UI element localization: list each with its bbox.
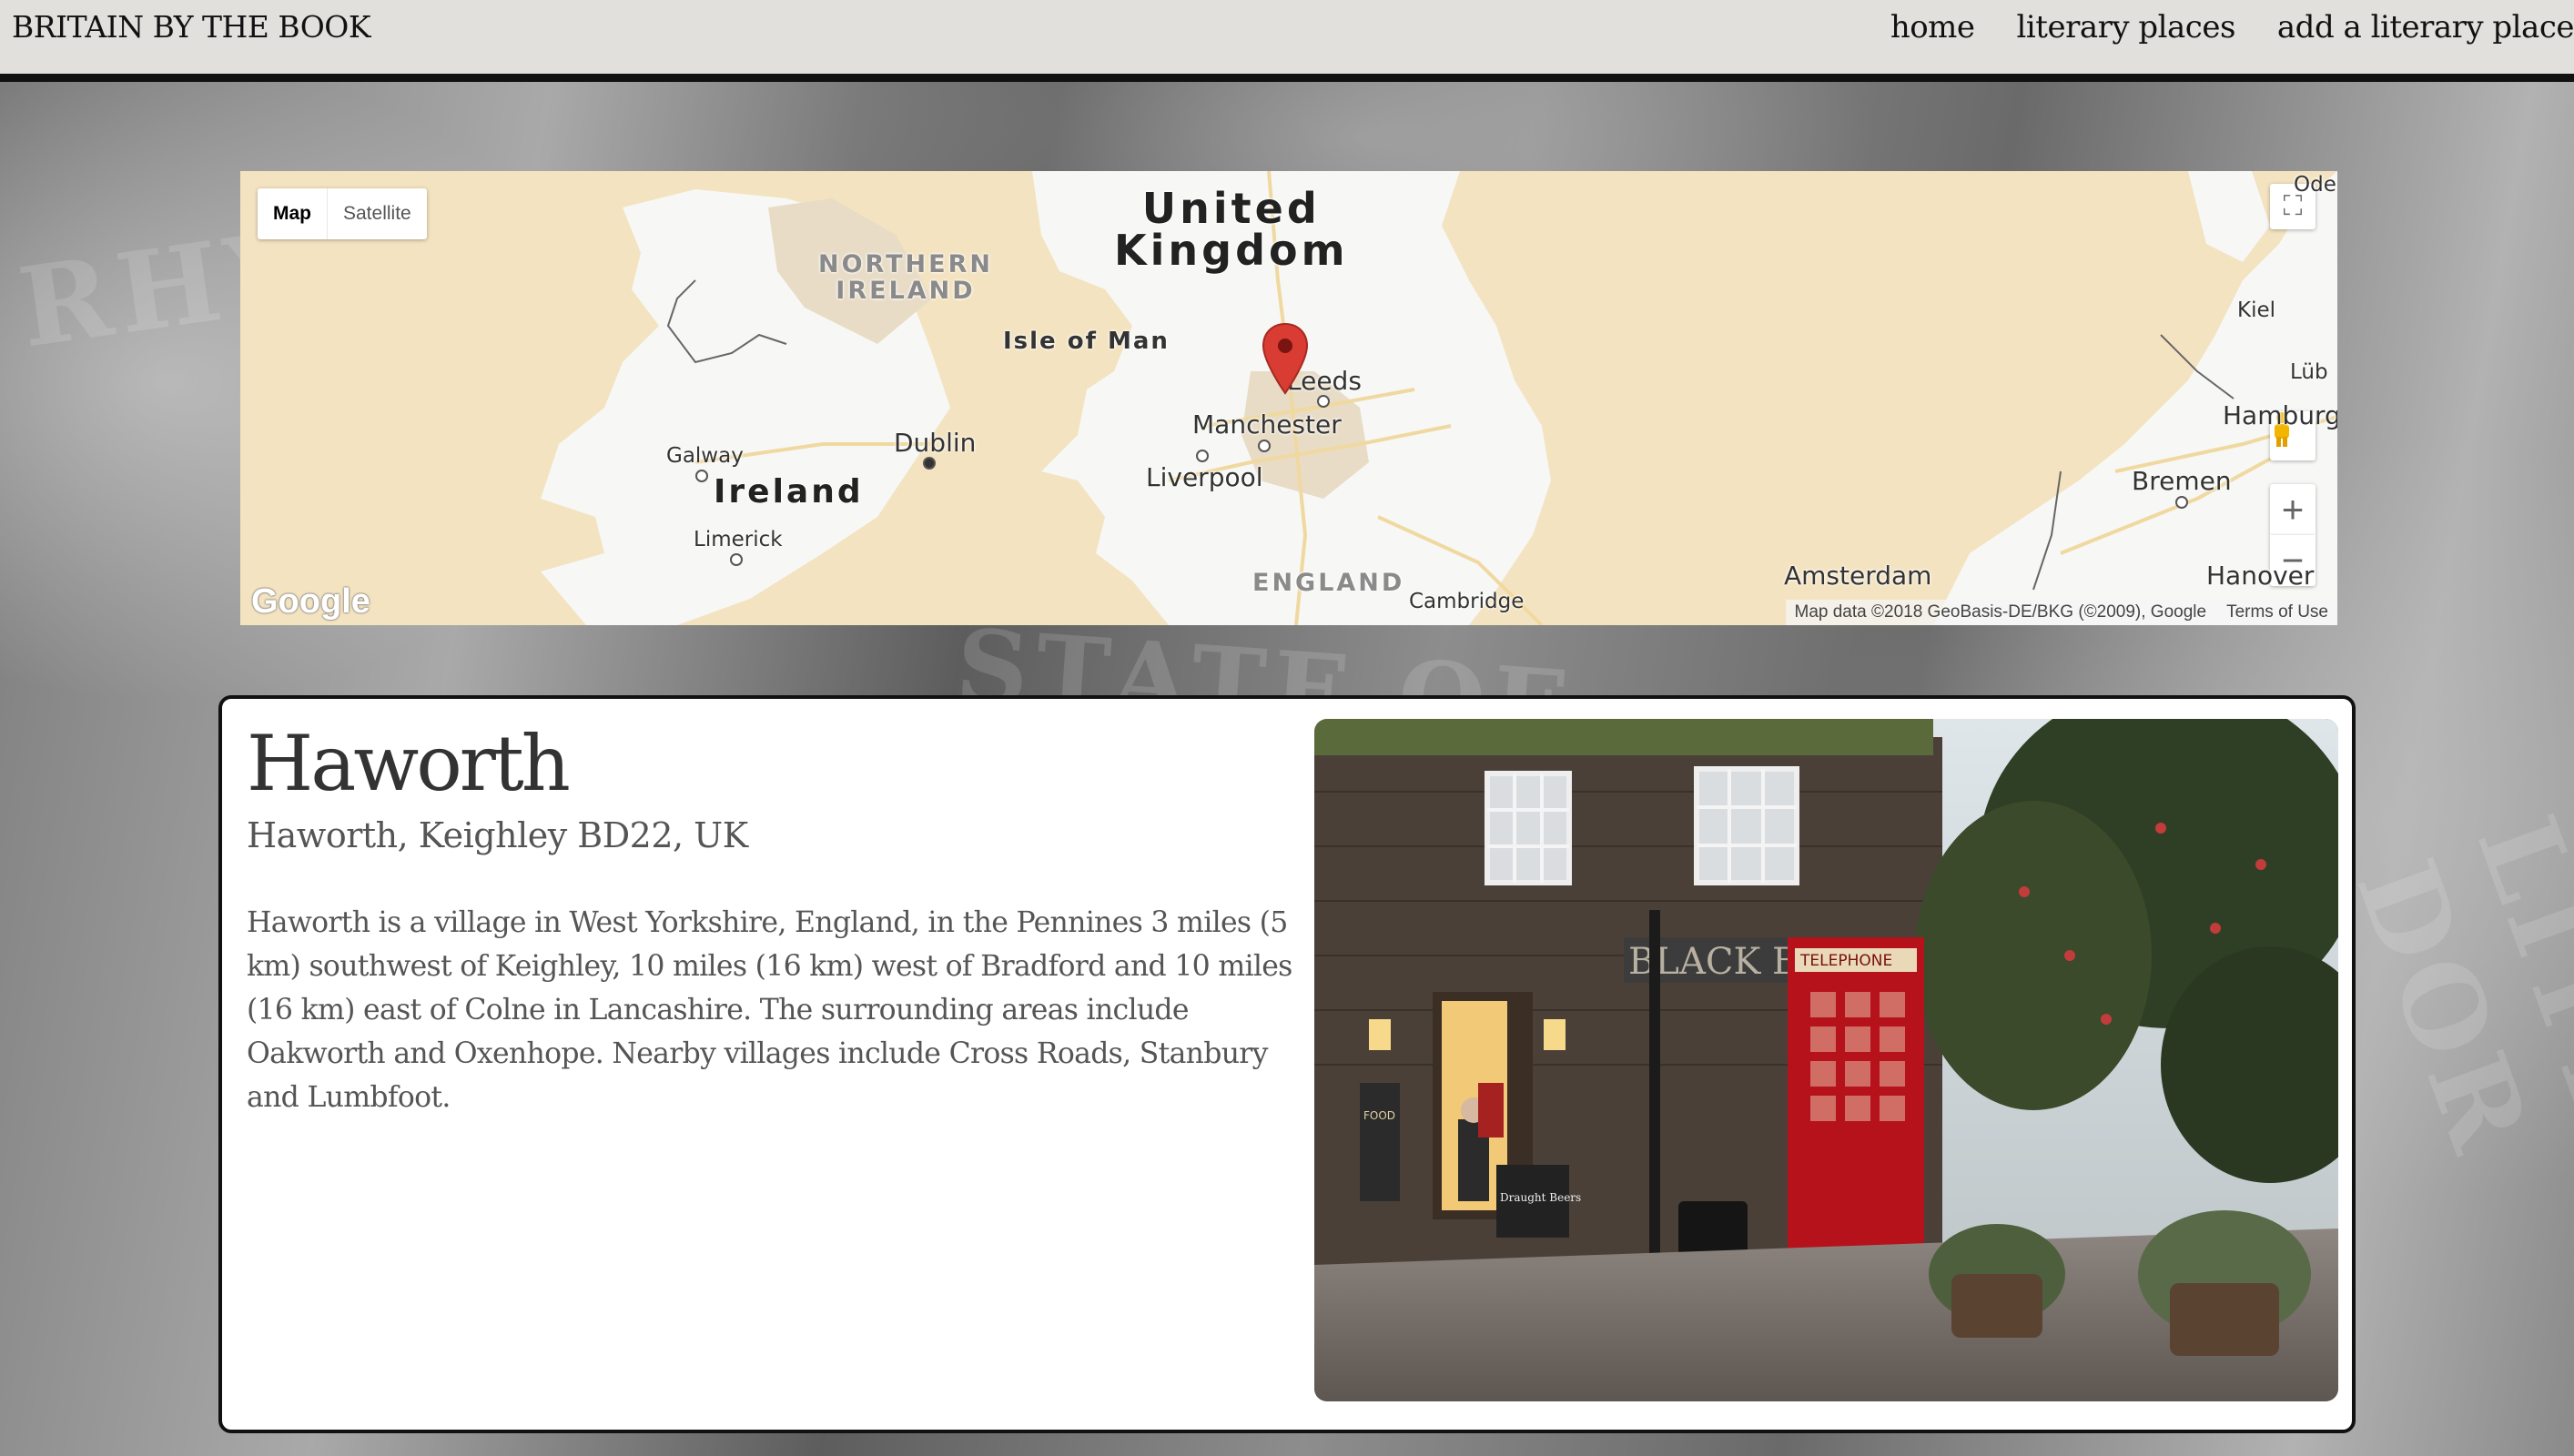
map-type-satellite-button[interactable]: Satellite bbox=[327, 188, 427, 239]
photo-chalk-board: Draught Beers bbox=[1500, 1191, 1581, 1204]
map-label-odens: Odens bbox=[2294, 173, 2337, 197]
map-data-credit: Map data ©2018 GeoBasis-DE/BKG (©2009), … bbox=[1794, 602, 2207, 622]
map-label-hamburg: Hamburg bbox=[2223, 400, 2337, 430]
map-label-uk-line1: United bbox=[1141, 184, 1321, 233]
map-label-uk-line2: Kingdom bbox=[1114, 226, 1349, 275]
map-label-manchester: Manchester bbox=[1192, 410, 1342, 440]
map-label-ni-line1: NORTHERN bbox=[818, 250, 993, 278]
place-photo: BLACK BULL FOOD Draught Beers TELEPHONE bbox=[1314, 719, 2338, 1401]
photo-illustration: BLACK BULL FOOD Draught Beers TELEPHONE bbox=[1314, 719, 2338, 1401]
map-dot-liverpool bbox=[1196, 450, 1209, 462]
place-name: Haworth bbox=[247, 719, 571, 808]
map-label-limerick: Limerick bbox=[694, 528, 783, 551]
map-dot-manchester bbox=[1258, 440, 1271, 452]
photo-food-sign: FOOD bbox=[1363, 1109, 1395, 1122]
photo-telephone-sign: TELEPHONE bbox=[1799, 952, 1892, 970]
map-label-hanover: Hanover bbox=[2206, 561, 2315, 591]
map-label-kiel: Kiel bbox=[2237, 298, 2276, 322]
map-dot-leeds bbox=[1317, 395, 1330, 408]
google-map[interactable]: Map Satellite ⛶ + − United Kingdom NORTH… bbox=[240, 171, 2337, 625]
map-attribution: Map data ©2018 GeoBasis-DE/BKG (©2009), … bbox=[1785, 600, 2337, 625]
nav-link-add-literary-place[interactable]: add a literary place bbox=[2277, 9, 2574, 46]
map-label-amsterdam: Amsterdam bbox=[1784, 561, 1932, 591]
top-navbar: BRITAIN BY THE BOOK home literary places… bbox=[0, 0, 2574, 82]
site-brand[interactable]: BRITAIN BY THE BOOK bbox=[12, 9, 371, 45]
place-description: Haworth is a village in West Yorkshire, … bbox=[247, 906, 1292, 1114]
map-label-cambridge: Cambridge bbox=[1409, 590, 1525, 613]
map-label-ni-line2: IRELAND bbox=[836, 277, 976, 305]
map-label-ireland: Ireland bbox=[714, 473, 864, 511]
terms-of-use-link[interactable]: Terms of Use bbox=[2226, 602, 2328, 622]
map-label-dublin: Dublin bbox=[894, 428, 977, 458]
map-dot-dublin bbox=[923, 457, 936, 470]
nav-links: home literary places add a literary plac… bbox=[1849, 9, 2574, 46]
place-card: Haworth Haworth, Keighley BD22, UK Hawor… bbox=[218, 695, 2356, 1433]
map-type-map-button[interactable]: Map bbox=[258, 188, 327, 239]
map-label-northern-ireland: NORTHERN IRELAND bbox=[818, 251, 993, 304]
place-address: Haworth, Keighley BD22, UK bbox=[247, 815, 748, 855]
map-label-lub: Lüb bbox=[2290, 360, 2328, 384]
map-dot-galway bbox=[695, 470, 708, 482]
map-marker-icon[interactable] bbox=[1262, 322, 1309, 395]
map-type-control: Map Satellite bbox=[258, 188, 427, 239]
map-dot-bremen bbox=[2175, 496, 2188, 509]
map-dot-limerick bbox=[730, 553, 743, 566]
map-label-bremen: Bremen bbox=[2132, 466, 2232, 496]
background-book-spine: LITT DOR bbox=[2331, 800, 2574, 1173]
nav-link-literary-places[interactable]: literary places bbox=[2017, 9, 2236, 46]
nav-link-home[interactable]: home bbox=[1890, 9, 1975, 46]
google-logo: Google bbox=[251, 582, 370, 621]
zoom-in-button[interactable]: + bbox=[2270, 484, 2316, 535]
map-label-liverpool: Liverpool bbox=[1146, 462, 1263, 492]
map-label-england: ENGLAND bbox=[1252, 569, 1405, 597]
map-label-isle-of-man: Isle of Man bbox=[1003, 328, 1170, 355]
map-label-galway: Galway bbox=[666, 444, 744, 468]
map-label-uk: United Kingdom bbox=[1114, 187, 1349, 271]
